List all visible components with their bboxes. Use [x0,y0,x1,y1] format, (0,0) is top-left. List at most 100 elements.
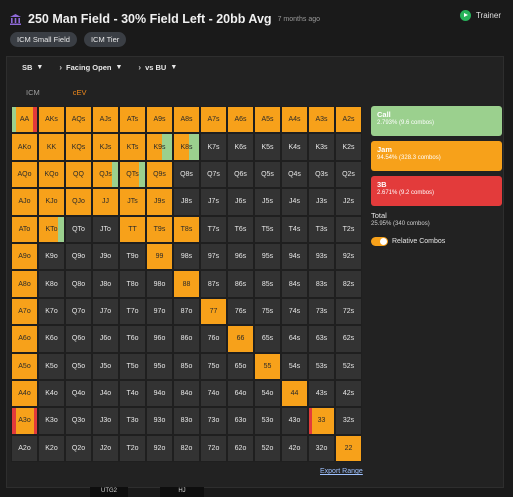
hand-cell[interactable]: K4s [281,133,308,161]
hand-cell[interactable]: K5s [254,133,281,161]
hand-cell[interactable]: KQo [38,160,65,189]
hand-cell[interactable]: 87o [173,297,200,326]
hand-cell[interactable]: Q9o [65,242,92,271]
hand-cell[interactable]: 62o [227,434,254,463]
hand-cell[interactable]: J2o [92,434,119,463]
hand-cell[interactable]: 83o [173,407,200,435]
hand-cell[interactable]: 84o [173,379,200,408]
hand-cell[interactable]: 93s [308,242,335,271]
hand-cell[interactable]: AKs [38,106,65,134]
legend-3b[interactable]: 3B 2.671% (9.2 combos) [371,176,502,206]
hand-cell[interactable]: 74o [200,379,227,408]
hand-cell[interactable]: 76s [227,297,254,326]
hand-cell[interactable]: 85s [254,270,281,298]
hand-cell[interactable]: 52o [254,434,281,463]
hand-cell[interactable]: Q9s [146,160,173,189]
hand-cell[interactable]: J9o [92,242,119,271]
hand-cell[interactable]: A8s [173,106,200,134]
hand-cell[interactable]: T7o [119,297,146,326]
hand-cell[interactable]: 42o [281,434,308,463]
hand-cell[interactable]: 82s [335,270,362,298]
hand-cell[interactable]: J9s [146,188,173,216]
hand-cell[interactable]: 76o [200,325,227,353]
hand-cell[interactable]: 65o [227,352,254,380]
hand-cell[interactable]: AJs [92,106,119,134]
hand-cell[interactable]: Q5o [65,352,92,380]
hand-cell[interactable]: 64s [281,325,308,353]
hand-cell[interactable]: J6s [227,188,254,216]
hand-cell[interactable]: 96s [227,242,254,271]
hand-cell[interactable]: J5s [254,188,281,216]
toggle-switch[interactable] [371,237,388,246]
hand-cell[interactable]: Q8o [65,270,92,298]
hand-cell[interactable]: A7s [200,106,227,134]
hand-cell[interactable]: 32o [308,434,335,463]
hand-cell[interactable]: 86s [227,270,254,298]
hand-cell[interactable]: AA [11,106,38,134]
hand-cell[interactable]: 88 [173,270,200,298]
hand-cell[interactable]: A3s [308,106,335,134]
hand-cell[interactable]: T9o [119,242,146,271]
hand-cell[interactable]: K8o [38,270,65,298]
hand-cell[interactable]: 84s [281,270,308,298]
hand-cell[interactable]: Q2o [65,434,92,463]
hand-cell[interactable]: 75s [254,297,281,326]
hand-cell[interactable]: J7o [92,297,119,326]
hand-cell[interactable]: T4o [119,379,146,408]
hand-cell[interactable]: J4s [281,188,308,216]
hand-cell[interactable]: T8s [173,215,200,243]
hand-cell[interactable]: AJo [11,188,38,216]
hand-cell[interactable]: A4s [281,106,308,134]
hand-cell[interactable]: T3s [308,215,335,243]
hand-cell[interactable]: T5s [254,215,281,243]
hand-cell[interactable]: 98s [173,242,200,271]
hand-cell[interactable]: K7o [38,297,65,326]
hand-cell[interactable]: A5s [254,106,281,134]
hand-cell[interactable]: K2s [335,133,362,161]
hand-cell[interactable]: 62s [335,325,362,353]
hand-cell[interactable]: ATs [119,106,146,134]
hand-cell[interactable]: 44 [281,379,308,408]
hand-cell[interactable]: TT [119,215,146,243]
position-selector[interactable]: SB ▼ [22,63,43,72]
hand-cell[interactable]: Q7o [65,297,92,326]
chip-icm-small-field[interactable]: ICM Small Field [10,32,77,47]
hand-cell[interactable]: A9o [11,242,38,271]
hand-cell[interactable]: K9s [146,133,173,161]
hand-cell[interactable]: 99 [146,242,173,271]
hand-cell[interactable]: AQo [11,160,38,189]
hand-cell[interactable]: 87s [200,270,227,298]
hand-cell[interactable]: 43s [308,379,335,408]
hand-cell[interactable]: T4s [281,215,308,243]
hand-cell[interactable]: 72s [335,297,362,326]
hand-cell[interactable]: Q3o [65,407,92,435]
hand-cell[interactable]: 54s [281,352,308,380]
chip-icm-tier[interactable]: ICM Tier [83,32,127,47]
hand-cell[interactable]: T5o [119,352,146,380]
hand-cell[interactable]: K6s [227,133,254,161]
hand-cell[interactable]: A2o [11,434,38,463]
hand-cell[interactable]: AQs [65,106,92,134]
hand-cell[interactable]: KJo [38,188,65,216]
hand-cell[interactable]: 55 [254,352,281,380]
hand-cell[interactable]: 63s [308,325,335,353]
hand-cell[interactable]: A3o [11,407,38,435]
hand-cell[interactable]: 77 [200,297,227,326]
hand-cell[interactable]: 53s [308,352,335,380]
hand-cell[interactable]: Q6o [65,325,92,353]
hand-cell[interactable]: Q4o [65,379,92,408]
hand-cell[interactable]: QTo [65,215,92,243]
hand-cell[interactable]: J4o [92,379,119,408]
hand-cell[interactable]: Q2s [335,160,362,189]
hand-cell[interactable]: A5o [11,352,38,380]
hand-cell[interactable]: T3o [119,407,146,435]
hand-cell[interactable]: 63o [227,407,254,435]
hand-cell[interactable]: T7s [200,215,227,243]
hand-cell[interactable]: QQ [65,160,92,189]
hand-cell[interactable]: K9o [38,242,65,271]
hand-cell[interactable]: Q7s [200,160,227,189]
hand-cell[interactable]: K7s [200,133,227,161]
seat-chip-utg2[interactable]: UTG2 [90,487,128,497]
hand-cell[interactable]: 82o [173,434,200,463]
relative-combos-toggle[interactable]: Relative Combos [371,237,502,246]
